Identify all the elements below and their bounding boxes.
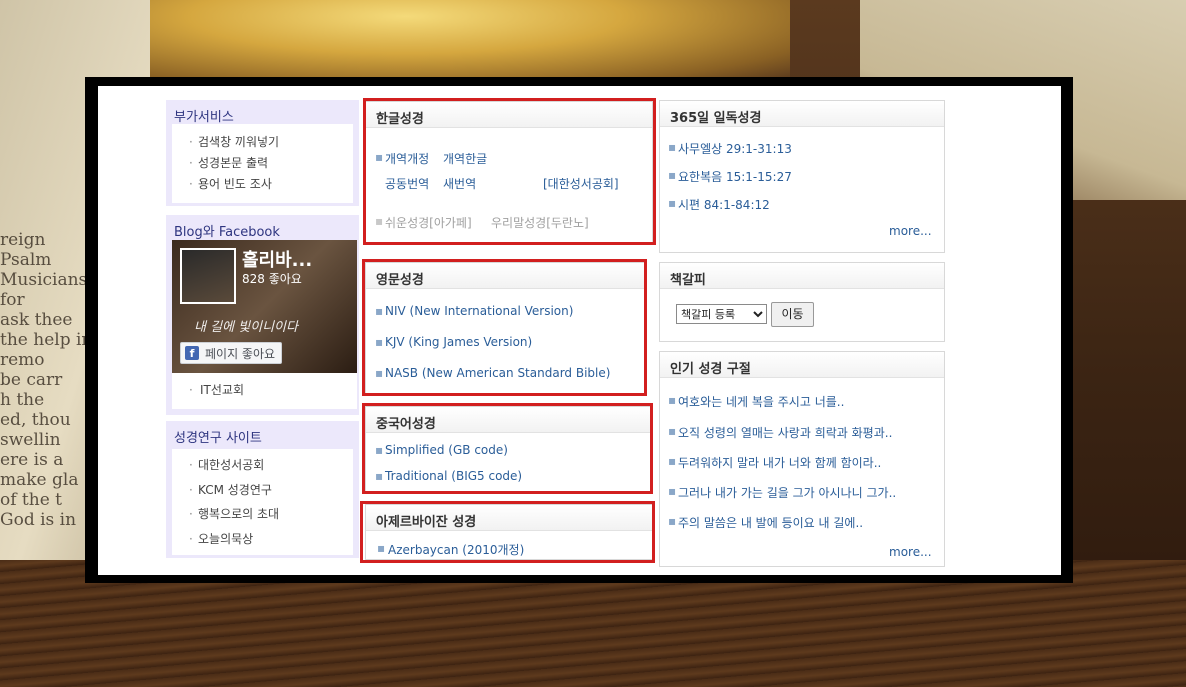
research-site-happiness[interactable]: 행복으로의 초대	[172, 502, 353, 527]
chinese-bible-title: 중국어성경	[366, 407, 650, 433]
korean-easy-bible[interactable]: 쉬운성경[아가페]	[385, 214, 472, 231]
daily-reading-item[interactable]: 시편 84:1-84:12	[678, 196, 770, 213]
facebook-like-button[interactable]: f 페이지 좋아요	[180, 342, 283, 364]
extra-services-box: 부가서비스 검색창 끼워넣기 성경본문 출력 용어 빈도 조사	[166, 100, 359, 206]
blog-facebook-title: Blog와 Facebook	[174, 225, 280, 240]
azerbaijani-2010[interactable]: Azerbaycan (2010개정)	[388, 541, 524, 558]
bullet-icon: ▪	[668, 424, 677, 438]
korean-revised-new[interactable]: 개역개정	[385, 150, 429, 167]
blog-links: IT선교회	[172, 373, 357, 409]
bookmark-move-button[interactable]: 이동	[771, 302, 814, 327]
chinese-simplified[interactable]: Simplified (GB code)	[385, 443, 508, 457]
service-term-frequency[interactable]: 용어 빈도 조사	[172, 174, 353, 195]
facebook-like-count: 828 좋아요	[242, 272, 302, 286]
bullet-icon: ▪	[668, 168, 677, 182]
research-sites-box: 성경연구 사이트 대한성서공회 KCM 성경연구 행복으로의 초대 오늘의묵상	[166, 421, 359, 558]
bullet-icon: ▪	[377, 541, 386, 555]
facebook-page-thumbnail	[180, 248, 236, 304]
daily-reading-title: 365일 일독성경	[660, 101, 944, 127]
facebook-icon: f	[185, 346, 199, 360]
facebook-page-name[interactable]: 홀리바...	[242, 246, 312, 272]
book-text: reign Psalm Musicians for ask thee the h…	[0, 230, 93, 530]
popular-verse-item[interactable]: 오직 성령의 열매는 사랑과 희락과 화평과..	[678, 424, 892, 441]
popular-verse-item[interactable]: 주의 말씀은 내 발에 등이요 내 길에..	[678, 514, 863, 531]
bullet-icon: ▪	[668, 514, 677, 528]
popular-verse-item[interactable]: 두려워하지 말라 내가 너와 함께 함이라..	[678, 454, 881, 471]
research-sites-title: 성경연구 사이트	[174, 431, 262, 446]
english-kjv[interactable]: KJV (King James Version)	[385, 335, 532, 349]
service-print-text[interactable]: 성경본문 출력	[172, 153, 353, 174]
popular-verses-title: 인기 성경 구절	[660, 352, 944, 378]
korean-new-translation[interactable]: 새번역	[443, 175, 476, 192]
daily-reading-more-link[interactable]: more...	[889, 224, 932, 238]
popular-verse-item[interactable]: 그러나 내가 가는 길을 그가 아시나니 그가..	[678, 484, 896, 501]
bullet-icon: ▪	[375, 469, 384, 483]
bullet-icon: ▪	[668, 393, 677, 407]
bullet-icon: ▪	[668, 140, 677, 154]
english-bible-title: 영문성경	[366, 263, 644, 289]
bookmark-select[interactable]: 책갈피 등록	[676, 304, 767, 324]
chinese-traditional[interactable]: Traditional (BIG5 code)	[385, 469, 522, 483]
extra-services-list: 검색창 끼워넣기 성경본문 출력 용어 빈도 조사	[172, 124, 353, 203]
service-search-embed[interactable]: 검색창 끼워넣기	[172, 132, 353, 153]
daily-reading-item[interactable]: 사무엘상 29:1-31:13	[678, 140, 792, 157]
popular-verse-item[interactable]: 여호와는 네게 복을 주시고 너를..	[678, 393, 844, 410]
gold-book-edge	[150, 0, 790, 82]
bookmark-title: 책갈피	[660, 263, 944, 289]
bullet-icon: ▪	[375, 366, 384, 380]
bullet-icon: ▪	[375, 214, 384, 228]
extra-services-title: 부가서비스	[174, 110, 234, 125]
korean-revised-old[interactable]: 개역한글	[443, 150, 487, 167]
blog-it-mission[interactable]: IT선교회	[172, 373, 357, 407]
bullet-icon: ▪	[375, 150, 384, 164]
research-site-bible-society[interactable]: 대한성서공회	[172, 453, 353, 478]
korean-woorimal-bible[interactable]: 우리말성경[두란노]	[491, 214, 589, 231]
research-site-daily-meditation[interactable]: 오늘의묵상	[172, 527, 353, 552]
facebook-like-label: 페이지 좋아요	[205, 347, 276, 361]
english-nasb[interactable]: NASB (New American Standard Bible)	[385, 366, 610, 380]
bullet-icon: ▪	[375, 443, 384, 457]
research-sites-list: 대한성서공회 KCM 성경연구 행복으로의 초대 오늘의묵상	[172, 449, 353, 555]
bullet-icon: ▪	[375, 304, 384, 318]
korean-bible-title: 한글성경	[366, 102, 652, 128]
bullet-icon: ▪	[668, 454, 677, 468]
english-niv[interactable]: NIV (New International Version)	[385, 304, 573, 318]
korean-common-translation[interactable]: 공동번역	[385, 175, 429, 192]
bullet-icon: ▪	[375, 335, 384, 349]
korean-publisher-label[interactable]: [대한성서공회]	[543, 175, 619, 192]
bullet-icon: ▪	[668, 484, 677, 498]
facebook-page-card[interactable]: 홀리바... 828 좋아요 내 길에 빛이니이다 f 페이지 좋아요	[172, 240, 357, 373]
research-site-kcm[interactable]: KCM 성경연구	[172, 478, 353, 503]
azerbaijani-bible-title: 아제르바이잔 성경	[366, 505, 652, 531]
bullet-icon: ▪	[668, 196, 677, 210]
facebook-cover-text: 내 길에 빛이니이다	[194, 320, 298, 335]
daily-reading-item[interactable]: 요한복음 15:1-15:27	[678, 168, 792, 185]
popular-verses-more-link[interactable]: more...	[889, 545, 932, 559]
